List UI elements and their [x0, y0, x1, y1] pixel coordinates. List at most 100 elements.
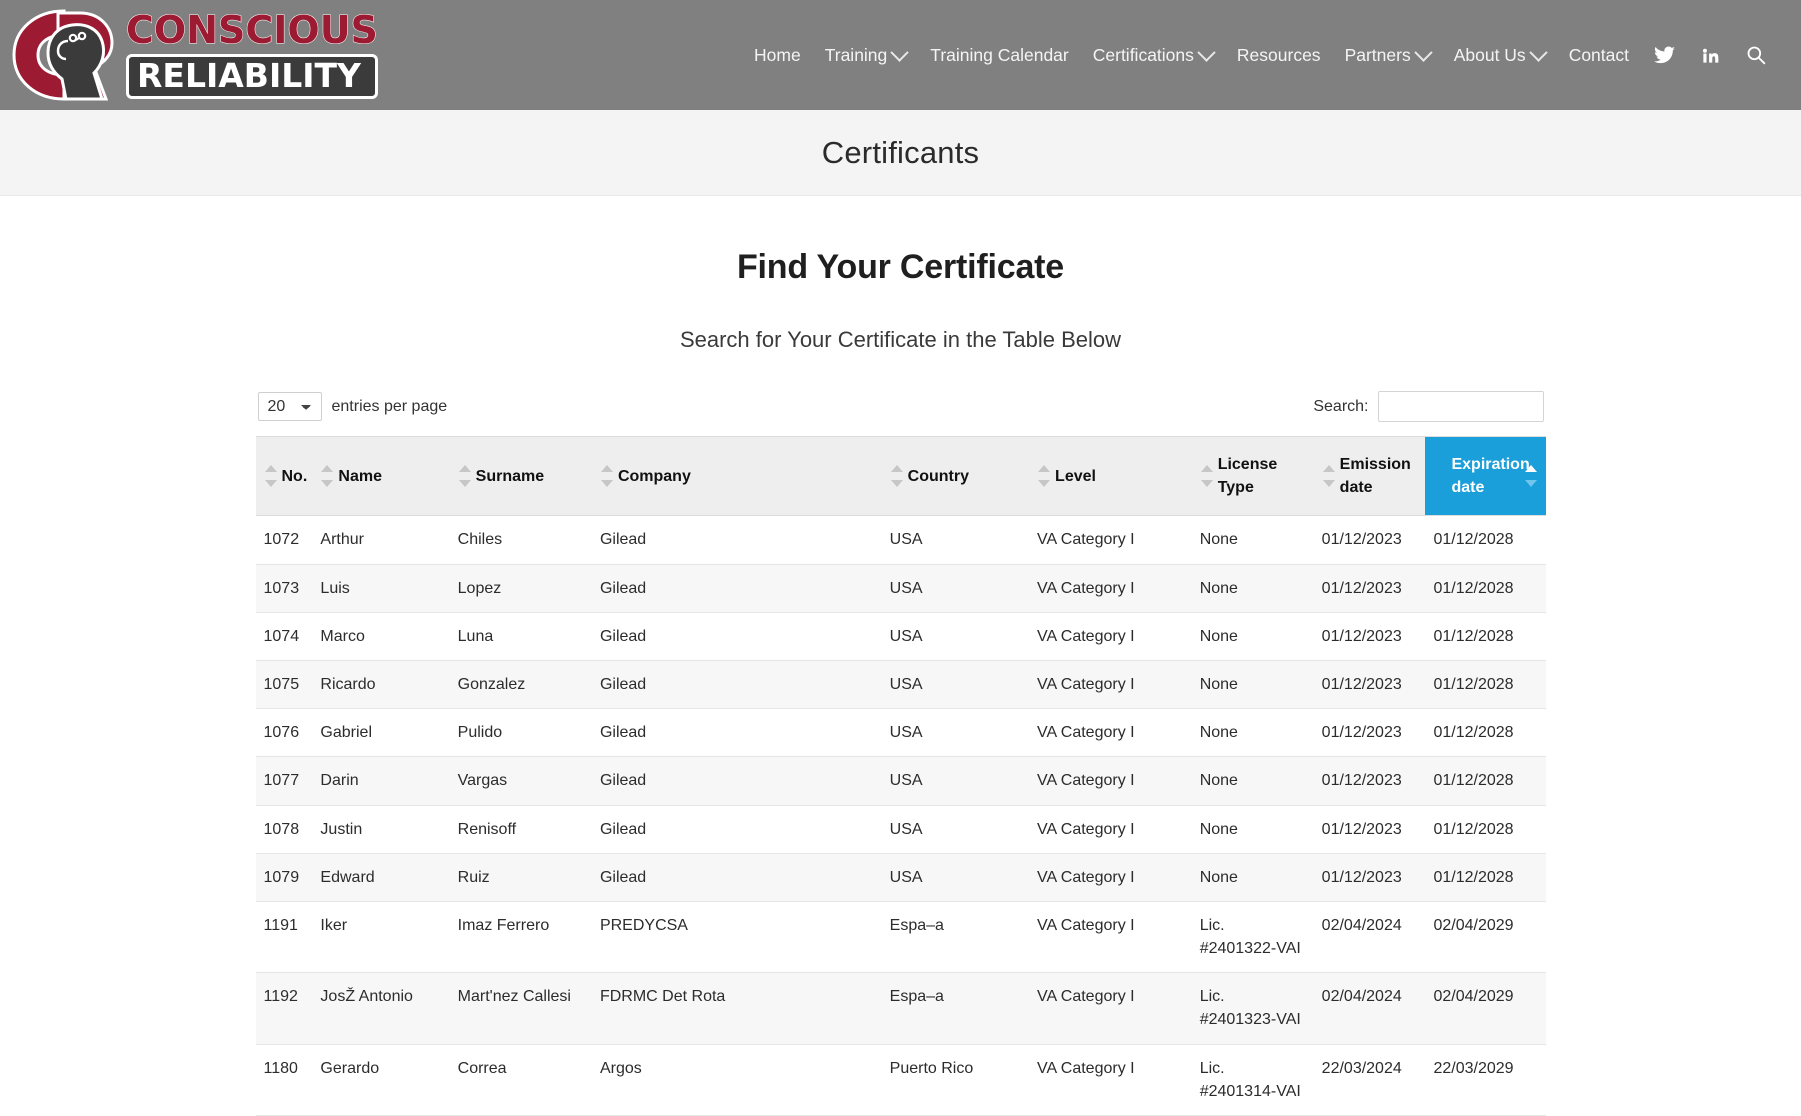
column-header-country[interactable]: Country: [882, 437, 1029, 516]
search-icon[interactable]: [1733, 45, 1779, 65]
cell-license: Lic. #2401314-VAI: [1192, 1044, 1314, 1115]
cell-emission-date: 01/12/2023: [1314, 757, 1426, 805]
cell-country: USA: [882, 805, 1029, 853]
cell-country: Espa–a: [882, 973, 1029, 1044]
cell-expiration-date: 01/12/2028: [1425, 805, 1545, 853]
nav-item-about-us[interactable]: About Us: [1442, 45, 1557, 66]
cell-company: PREDYCSA: [592, 901, 882, 972]
cell-emission-date: 01/12/2023: [1314, 612, 1426, 660]
cell-level: VA Category I: [1029, 516, 1192, 564]
nav-label-resources: Resources: [1237, 45, 1321, 66]
table-row: 1076GabrielPulidoGileadUSAVA Category IN…: [256, 709, 1546, 757]
cell-name: JosŽ Antonio: [312, 973, 449, 1044]
cell-surname: Luna: [450, 612, 592, 660]
nav-item-training-calendar[interactable]: Training Calendar: [918, 45, 1080, 66]
cell-no: 1076: [256, 709, 313, 757]
nav-item-certifications[interactable]: Certifications: [1081, 45, 1225, 66]
table-row: 1078JustinRenisoffGileadUSAVA Category I…: [256, 805, 1546, 853]
page-title: Certificants: [822, 135, 979, 171]
cell-expiration-date: 01/12/2028: [1425, 564, 1545, 612]
cell-license: None: [1192, 805, 1314, 853]
column-header-name[interactable]: Name: [312, 437, 449, 516]
cell-level: VA Category I: [1029, 612, 1192, 660]
cell-expiration-date: 01/12/2028: [1425, 853, 1545, 901]
cell-no: 1077: [256, 757, 313, 805]
linkedin-icon[interactable]: [1688, 46, 1733, 65]
cell-no: 1192: [256, 973, 313, 1044]
cell-company: Gilead: [592, 805, 882, 853]
cell-expiration-date: 02/04/2029: [1425, 973, 1545, 1044]
site-header: CONSCIOUS RELIABILITY Home Training Trai…: [0, 0, 1801, 110]
nav-label-partners: Partners: [1345, 45, 1411, 66]
nav-item-contact[interactable]: Contact: [1557, 45, 1641, 66]
cell-name: Arthur: [312, 516, 449, 564]
table-row: 1072ArthurChilesGileadUSAVA Category INo…: [256, 516, 1546, 564]
chevron-down-icon: [1197, 43, 1215, 61]
cell-emission-date: 22/03/2024: [1314, 1044, 1426, 1115]
cell-company: Gilead: [592, 516, 882, 564]
cell-name: Gabriel: [312, 709, 449, 757]
column-header-expiration-date[interactable]: Expiration date: [1425, 437, 1545, 516]
table-header-row: No. Name Surname: [256, 437, 1546, 516]
entries-per-page-control: 102050100 entries per page: [258, 392, 448, 421]
cell-expiration-date: 01/12/2028: [1425, 660, 1545, 708]
cell-name: Iker: [312, 901, 449, 972]
table-search-control: Search:: [1313, 391, 1543, 422]
nav-label-training-calendar: Training Calendar: [930, 45, 1068, 66]
cell-emission-date: 01/12/2023: [1314, 805, 1426, 853]
cell-country: Puerto Rico: [882, 1044, 1029, 1115]
cell-country: Espa–a: [882, 901, 1029, 972]
main-navigation: Home Training Training Calendar Certific…: [742, 45, 1779, 66]
cell-country: USA: [882, 564, 1029, 612]
page-banner: Certificants: [0, 110, 1801, 196]
cell-license: Lic. #2401323-VAI: [1192, 973, 1314, 1044]
cell-company: Gilead: [592, 564, 882, 612]
cell-level: VA Category I: [1029, 660, 1192, 708]
column-header-company[interactable]: Company: [592, 437, 882, 516]
chevron-down-icon: [1414, 43, 1432, 61]
cell-no: 1075: [256, 660, 313, 708]
cell-name: Edward: [312, 853, 449, 901]
table-row: 1180GerardoCorreaArgosPuerto RicoVA Cate…: [256, 1044, 1546, 1115]
section-subtitle: Search for Your Certificate in the Table…: [0, 327, 1801, 353]
sort-arrows-icon: [459, 465, 471, 487]
nav-label-contact: Contact: [1569, 45, 1629, 66]
page-root: CONSCIOUS RELIABILITY Home Training Trai…: [0, 0, 1801, 1116]
cell-expiration-date: 01/12/2028: [1425, 757, 1545, 805]
twitter-icon[interactable]: [1641, 46, 1688, 64]
entries-per-page-select[interactable]: 102050100: [258, 392, 322, 421]
nav-item-home[interactable]: Home: [742, 45, 813, 66]
column-header-no[interactable]: No.: [256, 437, 313, 516]
column-label-name: Name: [338, 468, 382, 485]
cell-country: USA: [882, 612, 1029, 660]
nav-item-training[interactable]: Training: [813, 45, 919, 66]
nav-item-partners[interactable]: Partners: [1333, 45, 1442, 66]
cell-emission-date: 02/04/2024: [1314, 973, 1426, 1044]
cell-name: Luis: [312, 564, 449, 612]
cell-level: VA Category I: [1029, 1044, 1192, 1115]
table-body: 1072ArthurChilesGileadUSAVA Category INo…: [256, 516, 1546, 1116]
column-header-level[interactable]: Level: [1029, 437, 1192, 516]
column-header-surname[interactable]: Surname: [450, 437, 592, 516]
search-input[interactable]: [1378, 391, 1544, 422]
table-controls: 102050100 entries per page Search:: [256, 385, 1546, 436]
cell-level: VA Category I: [1029, 805, 1192, 853]
cell-company: FDRMC Det Rota: [592, 973, 882, 1044]
column-label-surname: Surname: [476, 468, 544, 485]
logo-word-reliability: RELIABILITY: [126, 54, 378, 100]
cell-name: Ricardo: [312, 660, 449, 708]
cell-surname: Correa: [450, 1044, 592, 1115]
cell-surname: Lopez: [450, 564, 592, 612]
chevron-down-icon: [1529, 43, 1547, 61]
cell-license: None: [1192, 853, 1314, 901]
column-header-license-type[interactable]: License Type: [1192, 437, 1314, 516]
nav-label-about-us: About Us: [1454, 45, 1526, 66]
cell-emission-date: 01/12/2023: [1314, 853, 1426, 901]
cell-level: VA Category I: [1029, 853, 1192, 901]
nav-item-resources[interactable]: Resources: [1225, 45, 1333, 66]
column-header-emission-date[interactable]: Emission date: [1314, 437, 1426, 516]
cell-license: None: [1192, 709, 1314, 757]
cell-no: 1191: [256, 901, 313, 972]
table-row: 1191IkerImaz FerreroPREDYCSAEspa–aVA Cat…: [256, 901, 1546, 972]
site-logo[interactable]: CONSCIOUS RELIABILITY: [0, 0, 378, 110]
